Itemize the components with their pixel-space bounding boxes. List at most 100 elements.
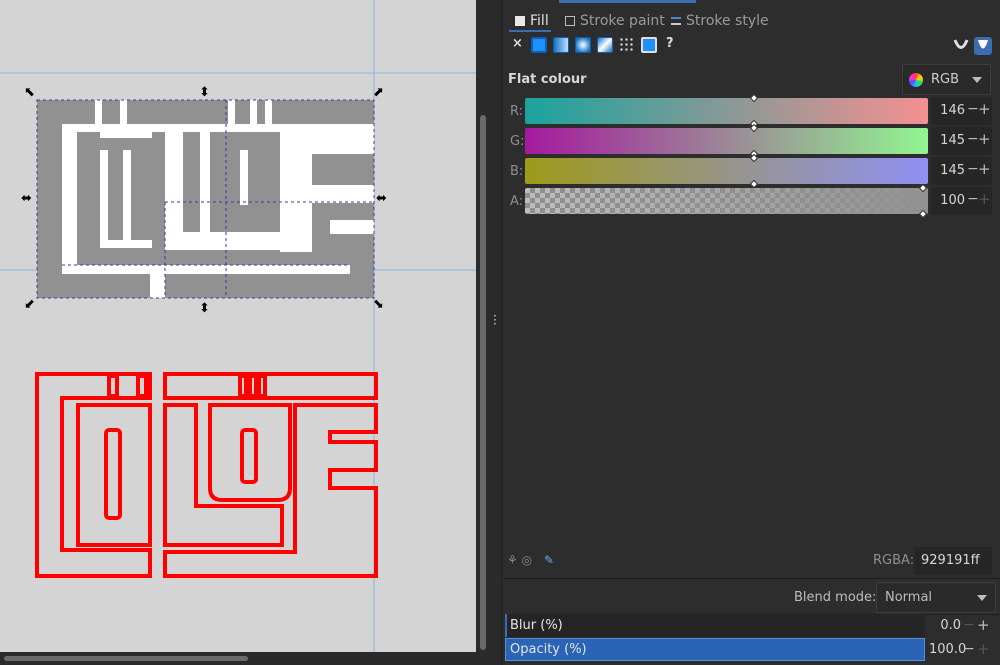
divider [503, 578, 1000, 579]
blend-mode-value: Normal [885, 590, 933, 605]
blur-slider-fill [505, 614, 507, 637]
swatch-button[interactable] [641, 37, 657, 53]
chevron-down-icon [972, 77, 982, 83]
colour-mode-value: RGB [931, 72, 960, 87]
mesh-gradient-button[interactable] [597, 37, 613, 53]
stroke-style-icon [671, 17, 681, 25]
svg-text:⬉: ⬉ [24, 85, 35, 100]
vertical-scroll-thumb[interactable] [480, 115, 486, 650]
colour-mode-select[interactable]: RGB [902, 64, 991, 95]
alpha-channel-value[interactable]: 100 [935, 193, 965, 208]
radial-gradient-button[interactable] [575, 37, 591, 53]
alpha-channel-spinbox[interactable]: 100− + [931, 187, 992, 215]
blue-increment-button[interactable]: + [978, 160, 991, 178]
tab-fill-label: Fill [530, 13, 549, 29]
vertical-scrollbar[interactable] [476, 0, 490, 665]
blue-channel-value[interactable]: 145 [935, 163, 965, 178]
red-decrement-button[interactable]: − [967, 101, 979, 117]
red-channel-value[interactable]: 146 [935, 103, 965, 118]
dock-tab-indicator [559, 0, 696, 3]
canvas-drawing[interactable]: ⬉ ⬍ ⬈ ⬌ ⬌ ⬋ ⬍ ⬊ [0, 0, 476, 652]
opacity-increment-button[interactable]: + [977, 640, 990, 658]
unset-paint-button[interactable]: ? [666, 36, 674, 51]
paint-mode-bar: × ? [503, 35, 1000, 57]
colour-tools: ⚘ ◎ ✎ [507, 553, 554, 567]
pattern-button[interactable] [619, 37, 635, 53]
chevron-down-icon [977, 595, 987, 601]
alpha-increment-button[interactable]: + [978, 190, 991, 208]
flat-colour-button[interactable] [531, 37, 547, 53]
alpha-channel-row: A: 100− + [503, 183, 1000, 219]
blur-slider[interactable]: Blur (%) [505, 614, 925, 637]
blue-channel-slider[interactable] [525, 153, 928, 189]
fill-stroke-panel: Fill Stroke paint Stroke style × ? Flat … [503, 0, 1000, 665]
blur-row: Blur (%) 0.0 − + [505, 614, 998, 637]
horizontal-scrollbar[interactable] [0, 652, 476, 665]
red-increment-button[interactable]: + [978, 100, 991, 118]
svg-text:⬌: ⬌ [376, 191, 387, 206]
blue-channel-row: B: 145− + [503, 153, 1000, 189]
linear-gradient-button[interactable] [553, 37, 569, 53]
fill-rule-nonzero-button[interactable] [974, 37, 992, 55]
alpha-decrement-button[interactable]: − [967, 191, 979, 207]
rgba-label: RGBA: [873, 553, 915, 568]
tab-fill[interactable]: Fill [515, 11, 549, 31]
blue-channel-label: B: [510, 164, 524, 179]
alpha-gradient [525, 188, 928, 214]
splitter-grip-icon: · · · [493, 309, 497, 331]
eyedropper-icon[interactable]: ✎ [544, 553, 554, 567]
tab-stroke-style-label: Stroke style [686, 13, 769, 29]
alpha-channel-slider[interactable] [525, 183, 928, 219]
evenodd-icon [953, 39, 969, 49]
green-increment-button[interactable]: + [978, 130, 991, 148]
svg-text:⬊: ⬊ [373, 297, 384, 312]
opacity-value[interactable]: 100.0 [929, 642, 966, 657]
tab-stroke-style[interactable]: Stroke style [671, 11, 769, 31]
red-channel-slider[interactable] [525, 93, 928, 129]
red-channel-label: R: [510, 104, 524, 119]
opacity-decrement-button[interactable]: − [963, 641, 975, 657]
out-of-gamut-icon[interactable]: ◎ [522, 553, 532, 567]
tab-stroke-paint-label: Stroke paint [580, 13, 665, 29]
blur-value[interactable]: 0.0 [929, 618, 961, 633]
opacity-slider[interactable]: Opacity (%) [505, 638, 925, 661]
outline-logo-object[interactable] [35, 372, 378, 578]
blend-mode-label: Blend mode: [794, 590, 877, 605]
stroke-paint-icon [565, 16, 575, 26]
flat-colour-header: Flat colour RGB [503, 64, 1000, 96]
green-channel-label: G: [510, 134, 525, 149]
green-channel-slider[interactable] [525, 123, 928, 159]
nonzero-icon [978, 40, 988, 49]
svg-text:⬈: ⬈ [373, 85, 384, 100]
green-channel-value[interactable]: 145 [935, 133, 965, 148]
green-decrement-button[interactable]: − [967, 131, 979, 147]
colour-managed-icon[interactable]: ⚘ [507, 553, 518, 567]
blue-decrement-button[interactable]: − [967, 161, 979, 177]
drawing-canvas[interactable]: ⬉ ⬍ ⬈ ⬌ ⬌ ⬋ ⬍ ⬊ [0, 0, 476, 652]
blur-increment-button[interactable]: + [977, 616, 990, 634]
flat-colour-title: Flat colour [508, 72, 587, 87]
alpha-channel-label: A: [510, 194, 524, 209]
blur-label: Blur (%) [510, 618, 563, 633]
svg-text:⬋: ⬋ [24, 297, 35, 312]
tab-stroke-paint[interactable]: Stroke paint [565, 11, 665, 31]
tab-bar: Fill Stroke paint Stroke style [503, 0, 1000, 34]
no-paint-button[interactable]: × [512, 36, 523, 51]
svg-text:⬌: ⬌ [21, 191, 32, 206]
green-channel-spinbox[interactable]: 145− + [931, 127, 992, 155]
blend-mode-select[interactable]: Normal [876, 582, 996, 613]
fill-rule-evenodd-button[interactable] [952, 37, 970, 55]
red-channel-row: R: 146− + [503, 93, 1000, 129]
rgba-input[interactable]: 929191ff [914, 547, 992, 575]
svg-text:⬍: ⬍ [199, 85, 210, 100]
panel-splitter[interactable]: · · · [490, 0, 502, 665]
opacity-label: Opacity (%) [510, 642, 587, 657]
horizontal-scroll-thumb[interactable] [4, 656, 248, 661]
fill-icon [515, 16, 525, 26]
red-channel-spinbox[interactable]: 146− + [931, 97, 992, 125]
colour-wheel-icon [909, 73, 923, 87]
blur-decrement-button[interactable]: − [963, 617, 975, 633]
selected-logo-object[interactable] [36, 99, 375, 299]
opacity-row: Opacity (%) 100.0 − + [505, 638, 998, 661]
blue-channel-spinbox[interactable]: 145− + [931, 157, 992, 185]
